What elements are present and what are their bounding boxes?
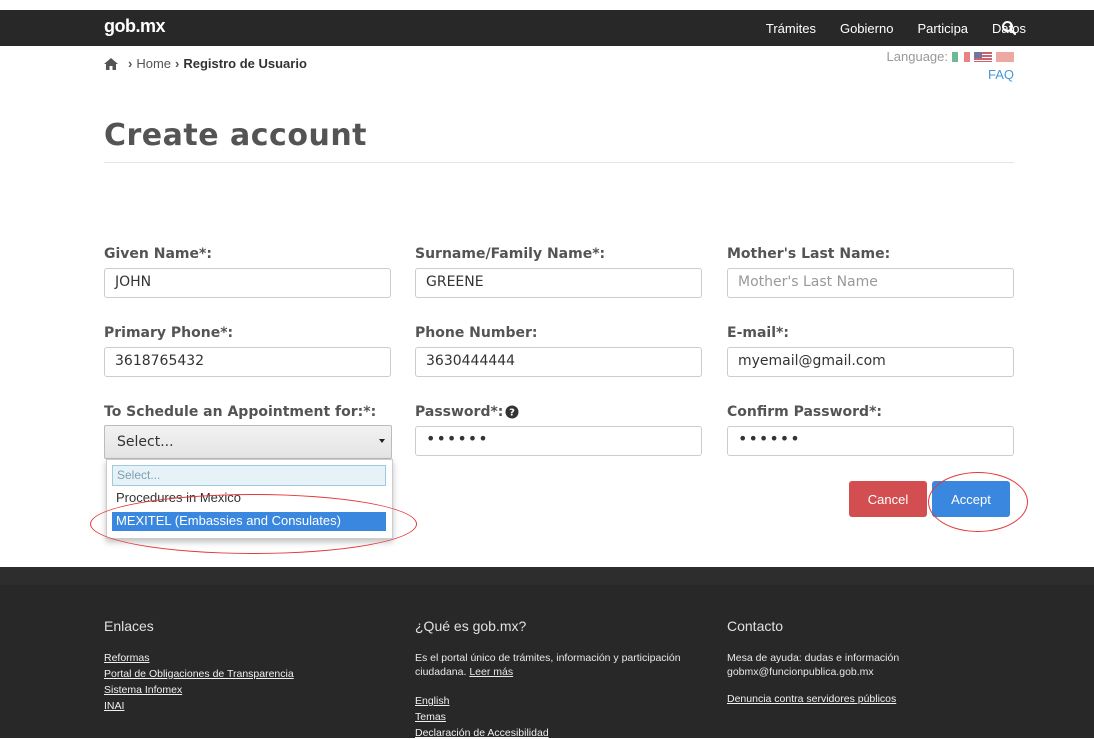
footer-enlaces-title: Enlaces — [104, 618, 154, 634]
phone-number-input[interactable]: 3630444444 — [415, 347, 702, 377]
breadcrumb-home[interactable]: Home — [136, 56, 171, 71]
footer-contacto-email: gobmx@funcionpublica.gob.mx — [727, 666, 874, 678]
schedule-select-value: Select... — [117, 434, 174, 450]
nav-gobierno[interactable]: Gobierno — [840, 21, 893, 36]
password-label: Password*: — [415, 404, 504, 420]
footer-link-reformas[interactable]: Reformas — [104, 652, 150, 664]
mothers-last-name-input[interactable]: Mother's Last Name — [727, 268, 1014, 298]
footer: Enlaces Reformas Portal de Obligaciones … — [0, 567, 1094, 739]
footer-link-english[interactable]: English — [415, 695, 449, 707]
us-flag-icon[interactable] — [974, 51, 992, 62]
nav-participa[interactable]: Participa — [917, 21, 968, 36]
help-icon[interactable]: ? — [505, 405, 519, 419]
footer-link-transparencia[interactable]: Portal de Obligaciones de Transparencia — [104, 668, 294, 680]
confirm-password-input[interactable]: •••••• — [727, 426, 1014, 456]
search-icon[interactable] — [1000, 19, 1018, 37]
primary-phone-input[interactable]: 3618765432 — [104, 347, 391, 377]
breadcrumb: › Home › Registro de Usuario — [104, 56, 307, 71]
annotation-circle-option — [90, 494, 417, 554]
breadcrumb-separator-icon: › — [128, 56, 133, 71]
language-label: Language: — [886, 49, 948, 64]
email-label: E-mail*: — [727, 325, 789, 341]
footer-contacto-line1: Mesa de ayuda: dudas e información — [727, 652, 900, 664]
password-label-row: Password*: ? — [415, 404, 519, 420]
footer-que-es-text: Es el portal único de trámites, informac… — [415, 651, 715, 679]
footer-link-inai[interactable]: INAI — [104, 700, 124, 712]
mexico-flag-icon[interactable] — [952, 51, 970, 62]
surname-input[interactable]: GREENE — [415, 268, 702, 298]
footer-link-temas[interactable]: Temas — [415, 711, 446, 723]
page-title: Create account — [104, 118, 368, 153]
site-logo[interactable]: gob.mx — [104, 16, 166, 37]
faq-link[interactable]: FAQ — [988, 67, 1014, 82]
given-name-input[interactable]: JOHN — [104, 268, 391, 298]
dropdown-search-input[interactable]: Select... — [112, 465, 386, 486]
footer-link-infomex[interactable]: Sistema Infomex — [104, 684, 182, 696]
flag-icon[interactable] — [996, 51, 1014, 62]
breadcrumb-separator-icon: › — [175, 56, 180, 71]
primary-phone-label: Primary Phone*: — [104, 325, 234, 341]
footer-que-es-description: Es el portal único de trámites, informac… — [415, 652, 681, 678]
schedule-select[interactable]: Select... — [104, 425, 392, 459]
schedule-label: To Schedule an Appointment for:*: — [104, 404, 377, 420]
nav-tramites[interactable]: Trámites — [766, 21, 816, 36]
mothers-last-name-label: Mother's Last Name: — [727, 246, 891, 262]
footer-leer-mas-link[interactable]: Leer más — [469, 666, 513, 678]
breadcrumb-current: Registro de Usuario — [183, 56, 307, 71]
caret-down-icon — [379, 439, 385, 443]
top-navbar: gob.mx Trámites Gobierno Participa Datos — [0, 10, 1094, 46]
page-top-strip — [0, 0, 1094, 10]
home-icon[interactable] — [104, 57, 118, 70]
password-input[interactable]: •••••• — [415, 426, 702, 456]
annotation-circle-accept — [928, 472, 1028, 532]
footer-link-accesibilidad[interactable]: Declaración de Accesibilidad — [415, 727, 549, 739]
surname-label: Surname/Family Name*: — [415, 246, 606, 262]
footer-band — [0, 567, 1094, 585]
email-input[interactable]: myemail@gmail.com — [727, 347, 1014, 377]
footer-contacto-title: Contacto — [727, 618, 784, 634]
footer-que-es-title: ¿Qué es gob.mx? — [415, 618, 527, 634]
svg-text:?: ? — [510, 408, 516, 419]
given-name-label: Given Name*: — [104, 246, 212, 262]
cancel-button[interactable]: Cancel — [849, 481, 927, 517]
phone-number-label: Phone Number: — [415, 325, 538, 341]
language-selector: Language: — [887, 49, 1014, 64]
nav-links: Trámites Gobierno Participa Datos — [742, 10, 1026, 46]
title-divider — [104, 162, 1014, 163]
confirm-password-label: Confirm Password*: — [727, 404, 882, 420]
footer-link-denuncia[interactable]: Denuncia contra servidores públicos — [727, 693, 896, 705]
